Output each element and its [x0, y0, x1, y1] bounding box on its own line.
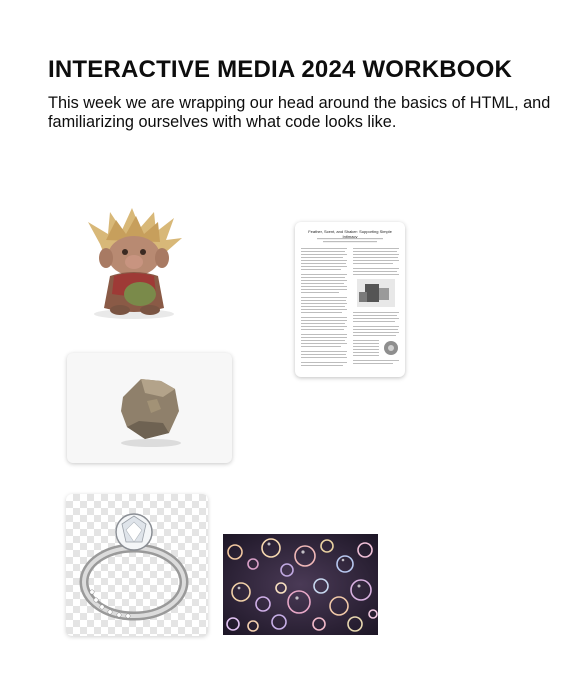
intro-paragraph: This week we are wrapping our head aroun…	[48, 94, 551, 131]
rock-image	[67, 353, 232, 463]
paper-thumbnail: Feather, Scent, and Shaker: Supporting S…	[295, 222, 405, 377]
page-title: INTERACTIVE MEDIA 2024 WORKBOOK	[48, 56, 513, 83]
ring-image	[66, 494, 208, 636]
bubbles-image	[223, 534, 378, 635]
troll-image	[70, 204, 198, 324]
